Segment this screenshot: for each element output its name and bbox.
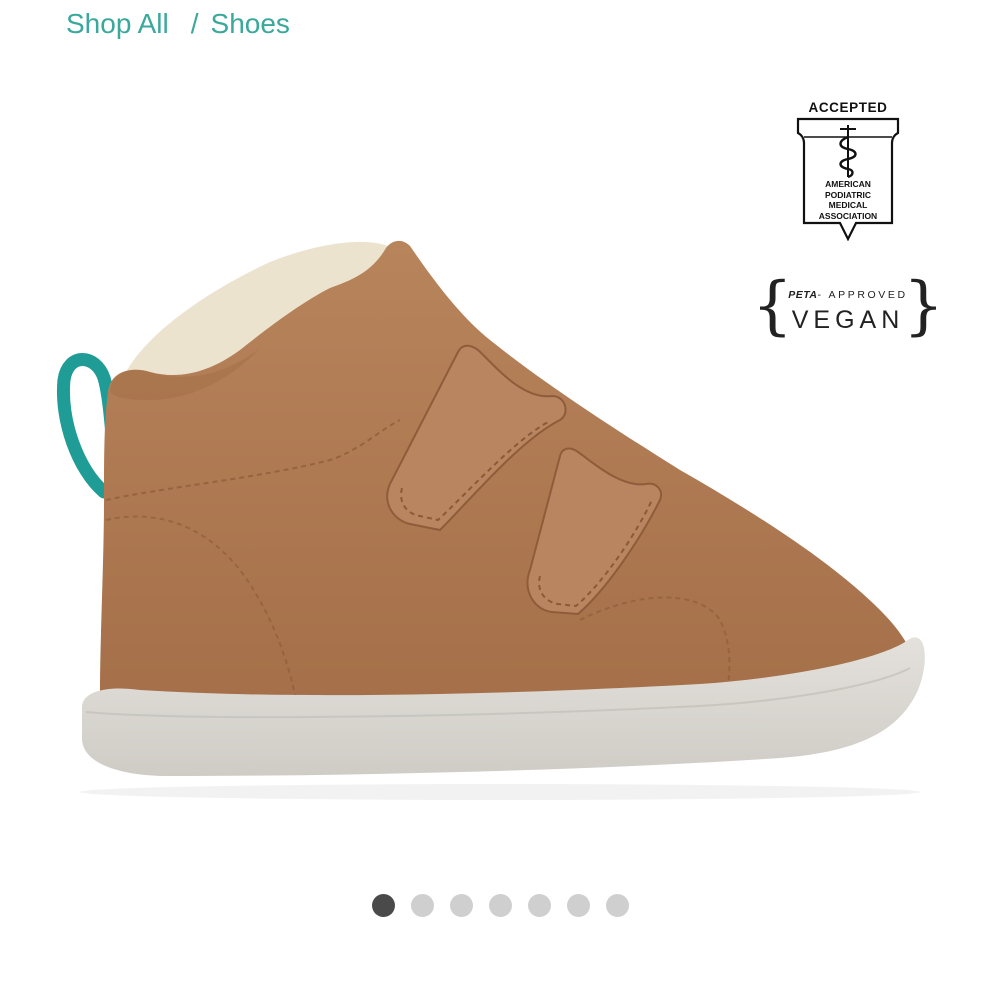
apma-line-4: ASSOCIATION [818, 210, 878, 221]
carousel-dot-5[interactable] [527, 894, 551, 917]
carousel-dot-4[interactable] [488, 894, 512, 917]
carousel-pagination [0, 894, 1000, 917]
breadcrumb-link-shoes[interactable]: Shoes [211, 8, 290, 40]
breadcrumb: Shop All / Shoes [66, 8, 290, 40]
apma-accepted-label: ACCEPTED [808, 100, 888, 115]
right-brace-icon: } [903, 269, 944, 343]
breadcrumb-separator: / [190, 8, 199, 39]
peta-brand: PETA [788, 289, 818, 301]
carousel-dot-1[interactable] [371, 894, 395, 917]
breadcrumb-link-shop-all[interactable]: Shop All [66, 8, 169, 40]
apma-line-2: PODIATRIC [824, 189, 872, 200]
carousel-dot-7[interactable] [605, 894, 629, 917]
apma-accepted-badge: ACCEPTED AMERICAN PODIATRIC MEDICAL ASSO… [790, 100, 906, 242]
carousel-dot-6[interactable] [566, 894, 590, 917]
peta-vegan-badge: { PETA- APPROVED VEGAN } [752, 270, 944, 348]
carousel-dot-3[interactable] [449, 894, 473, 917]
carousel-dot-2[interactable] [410, 894, 434, 917]
apma-line-1: AMERICAN [825, 179, 871, 189]
peta-approved-label: PETA- APPROVED [780, 289, 916, 301]
peta-approved-text: - APPROVED [817, 289, 908, 301]
peta-vegan-label: VEGAN [791, 306, 905, 334]
apma-shield-icon [796, 117, 900, 241]
apma-association-text: AMERICAN PODIATRIC MEDICAL ASSOCIATION [798, 179, 898, 221]
apma-line-3: MEDICAL [828, 200, 868, 210]
